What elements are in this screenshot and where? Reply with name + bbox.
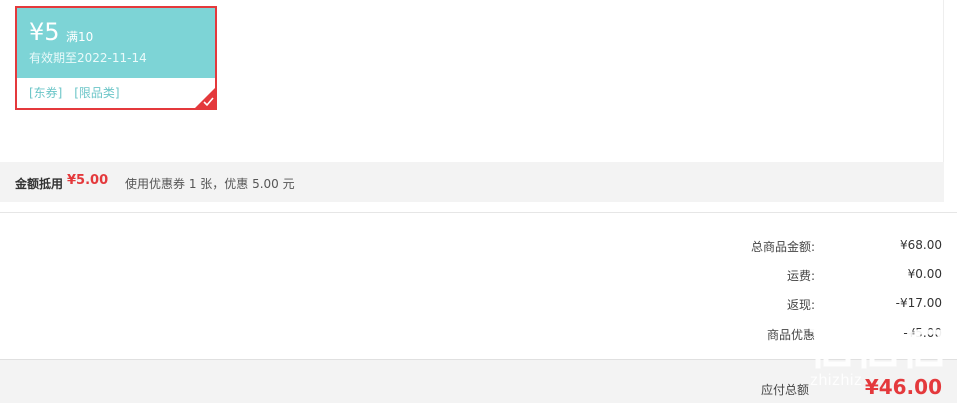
coupon-threshold: 满10 [66,30,94,44]
deduction-label: 金额抵用 [15,177,64,191]
deduction-description: 使用优惠券 1 张，优惠 5.00 元 [125,177,295,191]
summary-row-cashback: 返现: -¥17.00 [600,296,942,314]
summary-label: 总商品金额: [750,240,815,254]
coupon-amount: ¥5 [29,18,60,46]
coupon-card[interactable]: ¥5 满10 有效期至2022-11-14 [东券] [限品类] [15,6,217,110]
summary-row-total: 总商品金额: ¥68.00 [600,238,942,256]
summary-row-shipping: 运费: ¥0.00 [600,267,942,285]
site-watermark: zhizhiz [808,322,957,403]
watermark-logo-icon [809,325,943,369]
coupon-validity: 有效期至2022-11-14 [29,51,147,65]
coupon-tag-category: [限品类] [74,86,120,100]
coupon-tag-dong: [东券] [29,86,63,100]
payable-label: 应付总额 [760,383,809,397]
summary-value: ¥68.00 [900,238,942,252]
deduction-amount: ¥5.00 [67,173,109,188]
deduction-bar: 金额抵用 ¥5.00 使用优惠券 1 张，优惠 5.00 元 [0,162,944,202]
summary-label: 运费: [786,269,815,283]
summary-value: ¥0.00 [907,267,942,281]
summary-value: -¥17.00 [895,296,942,310]
coupon-tags: [东券] [限品类] [29,86,128,100]
coupon-area: ¥5 满10 有效期至2022-11-14 [东券] [限品类] [0,0,944,162]
watermark-text: zhizhiz [810,372,863,389]
summary-label: 返现: [786,298,815,312]
selected-check-icon [194,87,216,109]
coupon-header: ¥5 满10 有效期至2022-11-14 [17,8,215,78]
section-divider [0,212,957,213]
